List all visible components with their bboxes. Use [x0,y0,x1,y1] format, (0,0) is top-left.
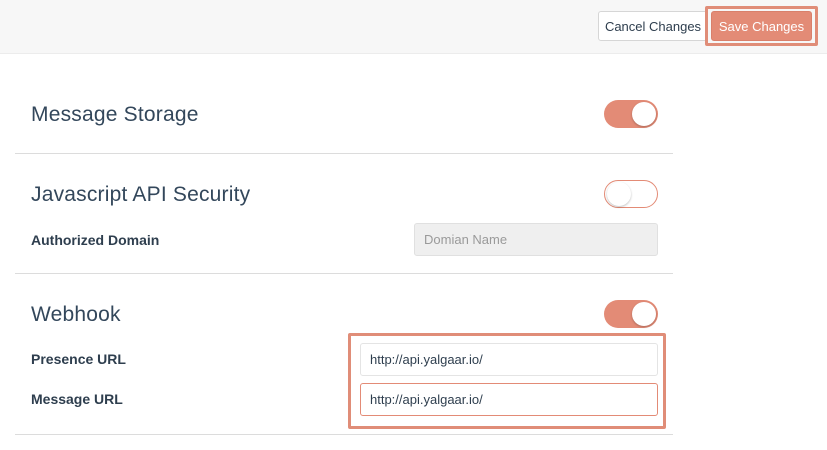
authorized-domain-input[interactable] [414,223,658,256]
message-storage-title: Message Storage [31,103,199,126]
toggle-knob [632,302,656,326]
webhook-title: Webhook [31,303,121,326]
url-fields-highlight [348,333,666,429]
toggle-knob [632,102,656,126]
section-divider [15,434,673,435]
authorized-domain-label: Authorized Domain [31,232,160,248]
message-url-label: Message URL [31,391,123,407]
section-divider [15,153,673,154]
section-divider [15,273,673,274]
message-storage-toggle[interactable] [604,100,658,128]
js-api-security-toggle[interactable] [604,180,658,208]
toggle-knob [607,182,631,206]
save-changes-button[interactable]: Save Changes [711,11,812,41]
js-api-security-title: Javascript API Security [31,183,251,206]
cancel-changes-button[interactable]: Cancel Changes [598,11,708,41]
top-action-bar: Cancel Changes Save Changes [0,0,827,54]
webhook-toggle[interactable] [604,300,658,328]
presence-url-label: Presence URL [31,351,126,367]
